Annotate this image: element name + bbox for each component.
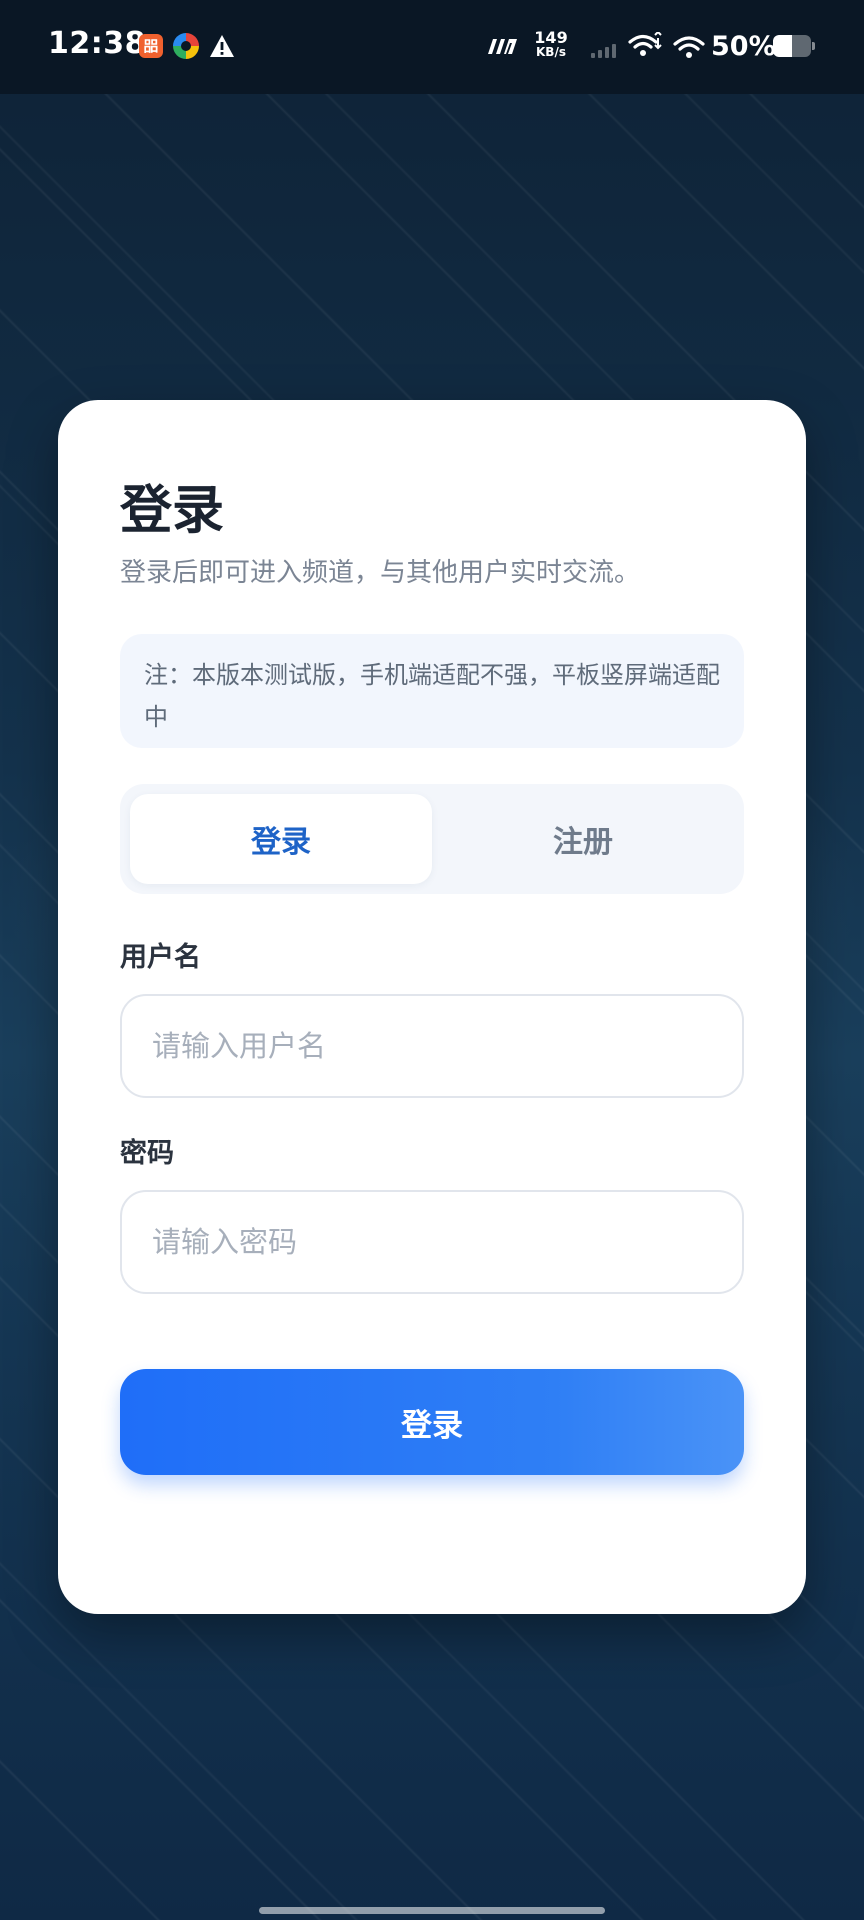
network-speed-value: 149 (534, 28, 568, 47)
page-subtitle: 登录后即可进入频道，与其他用户实时交流。 (120, 558, 641, 588)
tab-login[interactable]: 登录 (130, 794, 432, 884)
warning-icon (210, 35, 234, 57)
notice-box: 注：本版本测试版，手机端适配不强，平板竖屏端适配中 (120, 634, 744, 748)
login-submit-button[interactable]: 登录 (120, 1369, 744, 1475)
password-label: 密码 (120, 1138, 174, 1169)
battery-tip (812, 42, 815, 50)
status-time: 12:38 (48, 26, 146, 61)
auth-tabs: 登录 注册 (120, 784, 744, 894)
wifi-icon (673, 36, 705, 58)
home-indicator[interactable] (259, 1907, 605, 1914)
status-bar: 12:38 㗊 149 KB/s 50% (0, 0, 864, 94)
login-card: 登录 登录后即可进入频道，与其他用户实时交流。 注：本版本测试版，手机端适配不强… (58, 400, 806, 1614)
username-label: 用户名 (120, 942, 201, 973)
page-title: 登录 (120, 481, 225, 541)
username-input[interactable] (120, 994, 744, 1098)
password-input[interactable] (120, 1190, 744, 1294)
speed-mode-icon (488, 39, 517, 54)
app-icon: 㗊 (139, 34, 163, 58)
battery-percent: 50% (711, 31, 776, 62)
wifi-icon (628, 32, 662, 56)
multicolor-app-icon (173, 33, 199, 59)
network-speed: 149 KB/s (533, 30, 569, 60)
battery-icon (773, 35, 811, 57)
network-speed-unit: KB/s (536, 45, 566, 59)
signal-bars-icon (591, 44, 616, 58)
tab-register[interactable]: 注册 (432, 794, 734, 884)
battery-level-fill (773, 35, 792, 57)
